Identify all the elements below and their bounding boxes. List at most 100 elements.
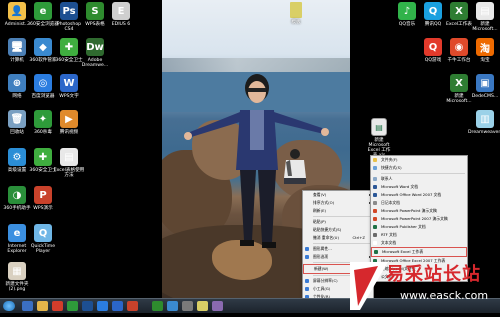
menu-item[interactable]: Microsoft PowerPoint 演示文稿 <box>371 207 467 215</box>
app-icon: X <box>450 74 468 92</box>
desktop-icon-label: 新建文件夹 (2).png <box>5 282 29 292</box>
menu-item-icon <box>305 255 309 259</box>
taskbar-app-3[interactable] <box>52 301 63 311</box>
menu-item-icon <box>374 250 378 254</box>
menu-item[interactable]: 查看(V)▸ <box>303 191 373 199</box>
excel-doc-icon: ▤ <box>371 118 387 136</box>
menu-item-label: Microsoft PowerPoint 演示文稿 <box>381 208 437 213</box>
desktop-icon[interactable]: ▦ 新建文件夹 (2).png <box>0 262 34 292</box>
app-icon: 👤 <box>8 2 26 20</box>
desktop-icon[interactable]: ▥ Dreamweaver... <box>468 110 500 135</box>
app-icon: ✦ <box>34 110 52 128</box>
app-icon: ▤ <box>60 148 78 166</box>
taskbar-app-4[interactable] <box>67 301 78 311</box>
taskbar-app-10[interactable] <box>167 301 178 311</box>
menu-item[interactable]: 粘贴快捷方式(S) <box>303 226 373 234</box>
menu-item-icon <box>305 287 309 291</box>
menu-item-icon <box>373 185 377 189</box>
menu-item-icon <box>373 233 377 237</box>
menu-item-icon <box>373 201 377 205</box>
start-button[interactable] <box>3 301 15 311</box>
menu-item-label: 新建(W) <box>314 266 329 271</box>
menu-item[interactable]: Microsoft Office Word 2007 文档 <box>371 191 467 199</box>
desktop-icon-label: WPS演示 <box>33 206 53 211</box>
menu-item-label: 日记本文档 <box>381 200 400 205</box>
taskbar-app-11[interactable] <box>182 301 193 311</box>
menu-separator <box>313 243 371 244</box>
menu-shortcut: Ctrl+Z <box>352 235 365 240</box>
app-icon: W <box>60 74 78 92</box>
app-icon: Q <box>424 38 442 56</box>
desktop-icon[interactable]: P WPS演示 <box>26 186 60 211</box>
menu-item[interactable]: 排序方式(O)▸ <box>303 199 373 207</box>
excel-file-icon[interactable]: ▤ 新建 Microsoft Excel 工作表.xls <box>364 118 394 158</box>
menu-item-icon <box>305 279 309 283</box>
menu-item[interactable]: 刷新(E) <box>303 207 373 215</box>
menu-item-label: 图形选项 <box>313 254 329 259</box>
app-icon: E <box>112 2 130 20</box>
menu-item-icon <box>373 158 377 162</box>
sitting-person <box>284 149 306 184</box>
menu-item-label: 快捷方式(S) <box>381 165 402 170</box>
app-icon: Q <box>424 2 442 20</box>
desktop-icon[interactable]: Q QuickTime Player <box>26 224 60 254</box>
menu-item[interactable]: Microsoft Publisher 文档 <box>371 223 467 231</box>
menu-item[interactable]: 粘贴(P) <box>303 218 373 226</box>
menu-item[interactable]: 联系人 <box>371 175 467 183</box>
desktop-icon-label: DedeCMS... <box>471 94 499 99</box>
menu-item-icon <box>373 193 377 197</box>
desktop-icon[interactable]: ▣ DedeCMS... <box>468 74 500 99</box>
menu-separator <box>381 173 465 174</box>
app-icon: Dw <box>86 38 104 56</box>
taskbar-app-13[interactable] <box>212 301 223 311</box>
watermark-text: 易采站长站 <box>386 264 481 285</box>
desktop-icon[interactable]: ▤ 新建 Microsoft... <box>468 2 500 32</box>
menu-item-label: 查看(V) <box>313 192 327 197</box>
desktop-icon[interactable]: 淘淘宝 <box>468 38 500 63</box>
desktop-icon[interactable]: ▤ Excel表格使用方法 <box>52 148 86 178</box>
menu-separator <box>313 216 371 217</box>
app-icon: ▣ <box>476 74 494 92</box>
taskbar-app-6[interactable] <box>97 301 108 311</box>
taskbar-app-1[interactable] <box>22 301 33 311</box>
watermark-url: www.easck.com <box>400 289 489 302</box>
menu-item[interactable]: 图形属性... <box>303 245 373 253</box>
file-icon <box>290 2 302 18</box>
app-icon: Ps <box>60 2 78 20</box>
taskbar-app-5[interactable] <box>82 301 93 311</box>
menu-item-label: 粘贴快捷方式(S) <box>313 227 342 232</box>
desktop-icon[interactable]: E EDIUS 6 <box>104 2 138 27</box>
app-icon: ▥ <box>476 110 494 128</box>
desktop-icon-label: 腾讯视频 <box>59 130 79 135</box>
menu-item-label: Microsoft Publisher 文档 <box>381 224 426 229</box>
menu-item[interactable]: 文本文档 <box>371 239 467 247</box>
app-icon: ✚ <box>60 38 78 56</box>
taskbar-app-7[interactable] <box>112 301 123 311</box>
menu-item[interactable]: 日记本文档 <box>371 199 467 207</box>
menu-item[interactable]: Microsoft PowerPoint 2007 演示文稿 <box>371 215 467 223</box>
desktop-icon[interactable]: Dw Adobe Dreamwe... <box>78 38 112 68</box>
taskbar-app-9[interactable] <box>152 301 163 311</box>
desktop-icon[interactable]: W WPS文字 <box>52 74 86 99</box>
photo-file-icon[interactable]: 模板 <box>282 2 310 25</box>
app-icon: X <box>450 2 468 20</box>
taskbar-app-2[interactable] <box>37 301 48 311</box>
menu-item-icon <box>373 225 377 229</box>
app-icon: S <box>86 2 104 20</box>
desktop-icon-label: Dreamweaver... <box>468 130 500 135</box>
menu-item[interactable]: 快捷方式(S) <box>371 164 467 172</box>
menu-item-label: 屏幕分辨率(C) <box>313 278 338 283</box>
menu-item[interactable]: RTF 文档 <box>371 231 467 239</box>
menu-item-icon <box>373 209 377 213</box>
desktop-icon[interactable]: ▶ 腾讯视频 <box>52 110 86 135</box>
menu-item[interactable]: 撤消 重命名(U) Ctrl+Z <box>303 234 373 242</box>
menu-item[interactable]: Microsoft Word 文档 <box>371 183 467 191</box>
menu-item-label: Microsoft PowerPoint 2007 演示文稿 <box>381 216 448 221</box>
taskbar-app-12[interactable] <box>197 301 208 311</box>
menu-item-label: 刷新(E) <box>313 208 326 213</box>
menu-item[interactable]: 文件夹(F) <box>371 156 467 164</box>
menu-item-label: 联系人 <box>381 176 393 181</box>
taskbar-app-8[interactable] <box>127 301 138 311</box>
app-icon: ▦ <box>8 262 26 280</box>
app-icon: ▶ <box>60 110 78 128</box>
